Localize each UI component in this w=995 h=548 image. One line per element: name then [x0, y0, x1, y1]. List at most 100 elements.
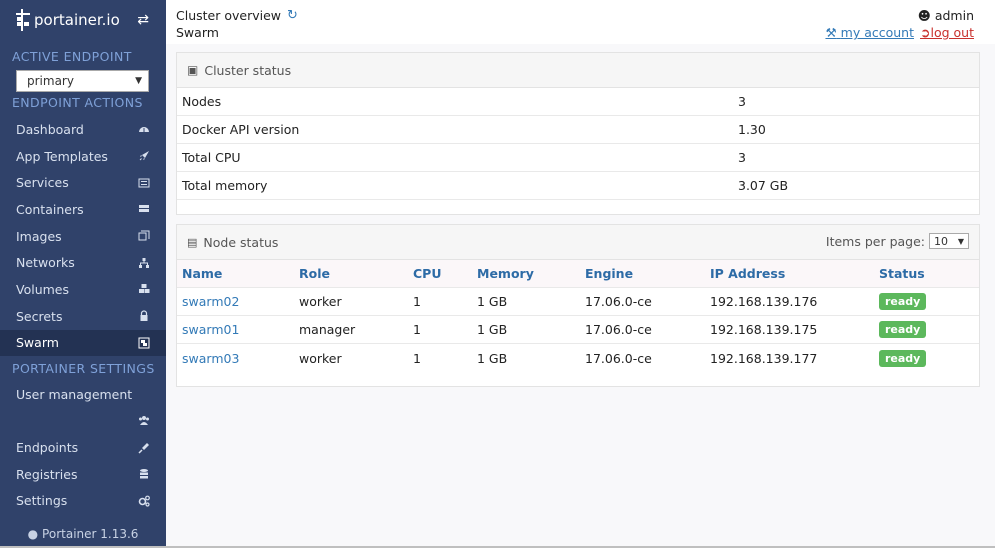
hdd-icon: ▤ — [187, 235, 198, 249]
cubes-icon — [137, 283, 150, 295]
sidebar-item-label: Dashboard — [16, 121, 84, 137]
log-out-link[interactable]: ➲log out — [920, 25, 974, 40]
sidebar-item-endpoints[interactable]: Endpoints — [0, 434, 166, 461]
sidebar-item-label: Containers — [16, 201, 84, 217]
row-value: 3 — [738, 150, 746, 165]
table-row: swarm02 worker 1 1 GB 17.06.0-ce 192.168… — [177, 288, 979, 316]
sidebar-item-app-templates[interactable]: App Templates — [0, 143, 166, 170]
node-ip: 192.168.139.177 — [710, 350, 818, 366]
sidebar-item-volumes[interactable]: Volumes — [0, 276, 166, 303]
items-per-page-value: 10 — [934, 234, 948, 248]
sidebar-item-images[interactable]: Images — [0, 223, 166, 250]
sidebar-item-dashboard[interactable]: Dashboard — [0, 116, 166, 143]
database-icon — [137, 468, 150, 480]
sidebar-item-label: User management — [16, 386, 133, 402]
portainer-settings-title: PORTAINER SETTINGS — [12, 361, 155, 377]
table-row: Total memory 3.07 GB — [177, 172, 979, 200]
rocket-icon — [137, 150, 150, 162]
row-key: Total memory — [182, 178, 268, 193]
page-title-text: Cluster overview — [176, 8, 281, 23]
chevron-down-icon: ▼ — [135, 76, 142, 86]
version-label: Portainer 1.13.6 — [42, 527, 139, 541]
sidebar-item-registries[interactable]: Registries — [0, 461, 166, 488]
sidebar: portainer.io ⇄ ACTIVE ENDPOINT primary ▼… — [0, 0, 166, 548]
node-name-link[interactable]: swarm02 — [182, 294, 239, 309]
topbar: Cluster overview ↻ Swarm ☻ admin ⚒ my ac… — [166, 0, 995, 44]
row-value: 1.30 — [738, 122, 766, 137]
node-memory: 1 GB — [477, 350, 508, 366]
sidebar-item-label: Secrets — [16, 308, 63, 324]
sidebar-item-users-icon-row[interactable] — [0, 406, 166, 434]
sidebar-item-settings[interactable]: Settings — [0, 488, 166, 515]
endpoint-select[interactable]: primary ▼ — [16, 70, 149, 92]
account-links: ⚒ my account ➲log out — [825, 25, 974, 40]
col-engine[interactable]: Engine — [580, 266, 705, 281]
sitemap-icon — [137, 257, 150, 269]
endpoint-select-value: primary — [27, 74, 74, 88]
clone-icon — [137, 230, 150, 242]
sidebar-item-user-management[interactable]: User management — [0, 382, 166, 406]
sidebar-item-services[interactable]: Services — [0, 169, 166, 196]
dashboard-icon — [137, 123, 150, 135]
node-memory: 1 GB — [477, 322, 508, 337]
brand-name: portainer.io — [34, 11, 120, 29]
items-per-page-select[interactable]: 10 ▼ — [929, 233, 969, 249]
sidebar-item-secrets[interactable]: Secrets — [0, 303, 166, 330]
sidebar-item-containers[interactable]: Containers — [0, 196, 166, 223]
log-out-label: log out — [930, 25, 975, 40]
sidebar-item-networks[interactable]: Networks — [0, 249, 166, 276]
refresh-icon[interactable]: ↻ — [287, 8, 298, 23]
my-account-link[interactable]: ⚒ my account — [825, 25, 914, 40]
node-status-panel: ▤ Node status Items per page: 10 ▼ Name … — [176, 224, 980, 387]
sidebar-toggle-icon[interactable]: ⇄ — [137, 12, 149, 28]
row-key: Docker API version — [182, 122, 300, 137]
table-row: Total CPU 3 — [177, 144, 979, 172]
node-status-header: ▤ Node status Items per page: 10 ▼ — [177, 225, 979, 260]
user-icon: ☻ — [917, 8, 931, 23]
status-badge: ready — [879, 349, 927, 367]
sidebar-footer: ● Portainer 1.13.6 — [0, 520, 166, 548]
wrench-icon: ⚒ — [825, 25, 837, 40]
row-value: 3.07 GB — [738, 178, 789, 193]
brand: portainer.io ⇄ — [0, 0, 166, 40]
col-memory[interactable]: Memory — [472, 266, 580, 281]
plug-icon — [137, 442, 150, 454]
col-role[interactable]: Role — [294, 266, 408, 281]
server-icon — [137, 203, 150, 215]
cluster-status-title: Cluster status — [204, 62, 292, 78]
node-cpu: 1 — [413, 322, 421, 337]
sidebar-item-label: Networks — [16, 255, 75, 271]
portainer-logo-icon — [16, 9, 30, 31]
sidebar-item-label: Settings — [16, 493, 68, 509]
sidebar-item-label: Endpoints — [16, 440, 79, 456]
username: admin — [934, 8, 974, 23]
sidebar-item-swarm[interactable]: Swarm — [0, 329, 166, 357]
object-group-icon: ▣ — [187, 63, 199, 77]
table-row: Docker API version 1.30 — [177, 116, 979, 144]
node-status-title: Node status — [203, 234, 279, 250]
table-row: Nodes 3 — [177, 88, 979, 116]
node-ip: 192.168.139.176 — [710, 294, 818, 309]
row-key: Total CPU — [182, 150, 241, 165]
active-endpoint-title: ACTIVE ENDPOINT — [12, 49, 132, 64]
col-name[interactable]: Name — [177, 266, 294, 281]
table-header: Name Role CPU Memory Engine IP Address S… — [177, 260, 979, 288]
items-per-page: Items per page: 10 ▼ — [826, 233, 969, 249]
page-title: Cluster overview ↻ — [176, 8, 985, 23]
lock-icon — [137, 310, 150, 322]
col-status[interactable]: Status — [874, 266, 925, 281]
sidebar-item-label: App Templates — [16, 148, 108, 164]
sidebar-item-label: Swarm — [16, 335, 59, 351]
col-ip-address[interactable]: IP Address — [705, 266, 874, 281]
row-value: 3 — [738, 94, 746, 109]
node-name-link[interactable]: swarm03 — [182, 351, 239, 366]
endpoint-actions-title: ENDPOINT ACTIONS — [12, 95, 143, 110]
sidebar-item-label: Registries — [16, 466, 78, 482]
users-icon — [137, 414, 150, 426]
cluster-status-panel: ▣ Cluster status Nodes 3 Docker API vers… — [176, 52, 980, 215]
node-name-link[interactable]: swarm01 — [182, 322, 239, 337]
table-row: swarm01 manager 1 1 GB 17.06.0-ce 192.16… — [177, 316, 979, 344]
col-cpu[interactable]: CPU — [408, 266, 472, 281]
cogs-icon — [137, 495, 150, 507]
sidebar-item-label: Volumes — [16, 281, 70, 297]
